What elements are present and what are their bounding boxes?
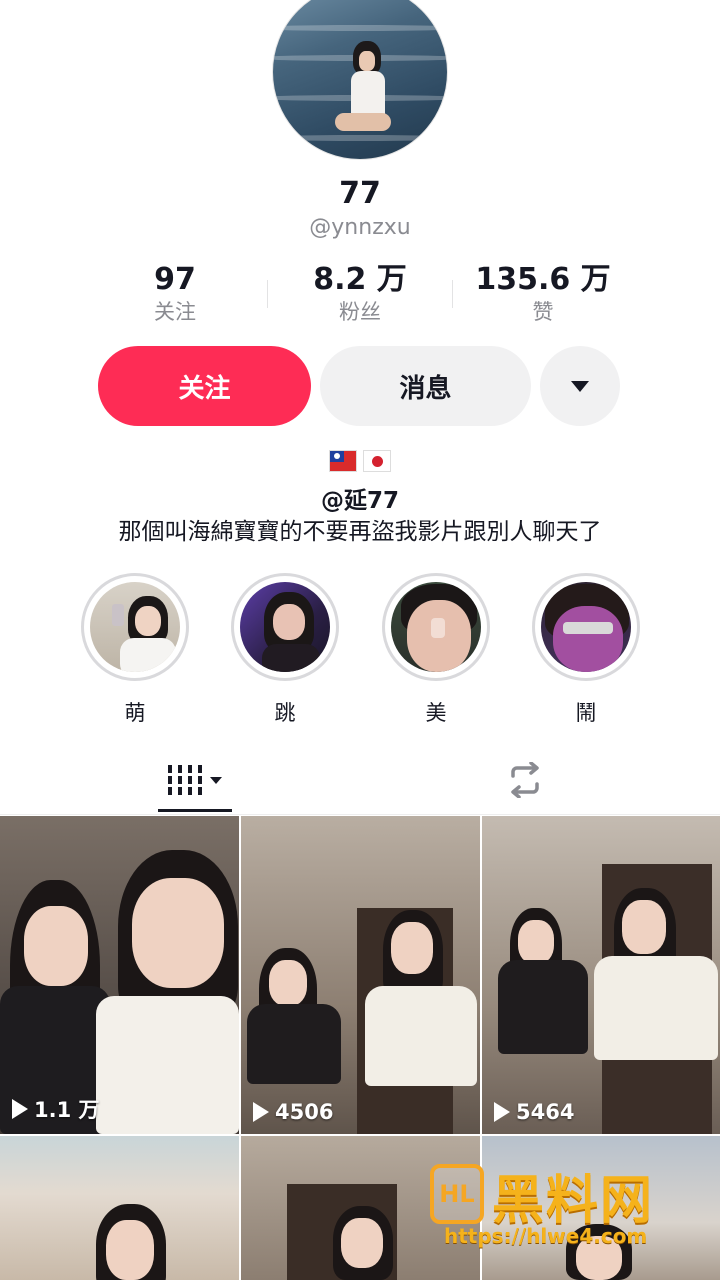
play-icon [12, 1099, 28, 1119]
more-button[interactable] [540, 346, 620, 426]
likes-label: 赞 [532, 300, 554, 324]
highlight-item[interactable]: 美 [382, 573, 490, 727]
grid-bars-icon [168, 765, 202, 795]
following-count: 97 [154, 262, 196, 297]
highlight-thumbnail [90, 582, 180, 672]
stat-divider [267, 280, 268, 308]
bio-text: 那個叫海綿寶寶的不要再盜我影片跟別人聊天了 [118, 519, 602, 545]
profile-handle: @ynnzxu [309, 215, 411, 240]
followers-count: 8.2 万 [313, 262, 407, 297]
tab-reposts[interactable] [345, 745, 705, 815]
caret-down-icon [571, 380, 589, 392]
view-count: 4506 [253, 1100, 333, 1124]
profile-tabs [0, 745, 720, 815]
view-count: 5464 [494, 1100, 574, 1124]
bio-flags [0, 450, 720, 472]
highlight-label: 美 [425, 701, 447, 725]
repost-icon [511, 762, 539, 798]
video-thumbnail[interactable]: 1.1 万 [0, 816, 239, 1134]
followers-stat[interactable]: 8.2 万 粉丝 [270, 262, 450, 326]
highlight-label: 萌 [124, 701, 146, 725]
view-count: 1.1 万 [12, 1094, 100, 1124]
video-thumbnail[interactable]: 4506 [241, 816, 480, 1134]
highlight-thumbnail [541, 582, 631, 672]
japan-flag-icon [363, 450, 391, 472]
chevron-down-icon [210, 776, 222, 784]
message-button[interactable]: 消息 [320, 346, 531, 426]
play-icon [494, 1102, 510, 1122]
tab-divider [0, 814, 720, 815]
highlight-item[interactable]: 跳 [231, 573, 339, 727]
bio-handle-link[interactable]: @延77 [0, 481, 720, 515]
highlight-thumbnail [391, 582, 481, 672]
video-thumbnail[interactable]: 5464 [482, 816, 720, 1134]
likes-stat[interactable]: 135.6 万 赞 [453, 262, 633, 326]
watermark: HL 黑料网 https://hlwe4.com [430, 1158, 710, 1258]
highlight-item[interactable]: 萌 [81, 573, 189, 727]
highlight-thumbnail [240, 582, 330, 672]
profile-nickname: 77 [339, 176, 381, 211]
play-icon [253, 1102, 269, 1122]
watermark-url: https://hlwe4.com [444, 1224, 648, 1248]
highlight-item[interactable]: 鬧 [532, 573, 640, 727]
likes-count: 135.6 万 [475, 262, 611, 297]
active-tab-indicator [158, 809, 232, 812]
watermark-logo: HL [430, 1164, 484, 1224]
profile-avatar[interactable] [272, 0, 448, 160]
highlight-label: 跳 [274, 701, 296, 725]
follow-button[interactable]: 关注 [98, 346, 311, 426]
taiwan-flag-icon [329, 450, 357, 472]
tab-videos[interactable] [15, 745, 375, 815]
video-thumbnail[interactable] [0, 1136, 239, 1280]
highlight-label: 鬧 [575, 701, 597, 725]
following-label: 关注 [154, 300, 196, 324]
followers-label: 粉丝 [339, 300, 381, 324]
following-stat[interactable]: 97 关注 [85, 262, 265, 326]
watermark-title: 黑料网 [492, 1171, 655, 1231]
